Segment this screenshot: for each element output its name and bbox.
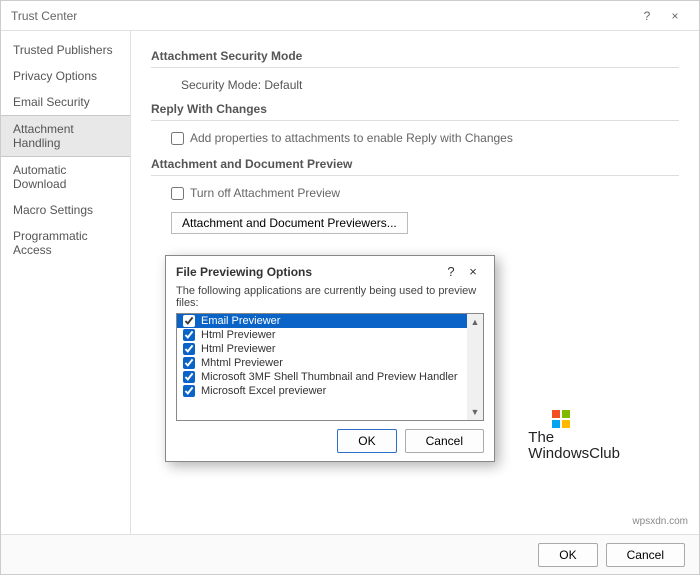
sidebar-item-macro-settings[interactable]: Macro Settings [1, 197, 130, 223]
previewers-button[interactable]: Attachment and Document Previewers... [171, 212, 408, 234]
section-heading-preview: Attachment and Document Preview [151, 157, 679, 171]
section-heading-reply: Reply With Changes [151, 102, 679, 116]
divider [151, 175, 679, 176]
reply-with-changes-checkbox[interactable] [171, 132, 184, 145]
watermark-brand: TheWindowsClub [528, 430, 620, 462]
list-item-checkbox[interactable] [183, 357, 195, 369]
window-title: Trust Center [11, 9, 633, 23]
turn-off-preview-label: Turn off Attachment Preview [190, 186, 340, 200]
sidebar: Trusted Publishers Privacy Options Email… [1, 31, 131, 534]
scroll-down-icon[interactable]: ▼ [467, 404, 483, 420]
ok-button[interactable]: OK [538, 543, 597, 567]
list-item[interactable]: Microsoft 3MF Shell Thumbnail and Previe… [177, 370, 483, 384]
watermark-site: wpsxdn.com [632, 516, 688, 527]
list-item-checkbox[interactable] [183, 343, 195, 355]
window-footer: OK Cancel [1, 534, 699, 574]
sidebar-item-trusted-publishers[interactable]: Trusted Publishers [1, 37, 130, 63]
scroll-track[interactable] [467, 330, 483, 404]
help-icon[interactable]: ? [633, 9, 661, 23]
close-icon[interactable]: × [661, 9, 689, 23]
cancel-button[interactable]: Cancel [606, 543, 685, 567]
list-item-label: Microsoft Excel previewer [201, 385, 326, 397]
scroll-up-icon[interactable]: ▲ [467, 314, 483, 330]
reply-with-changes-row: Add properties to attachments to enable … [171, 131, 679, 145]
sidebar-item-email-security[interactable]: Email Security [1, 89, 130, 115]
list-item[interactable]: Email Previewer [177, 314, 483, 328]
listbox-scrollbar[interactable]: ▲ ▼ [467, 314, 483, 420]
list-item-checkbox[interactable] [183, 385, 195, 397]
divider [151, 67, 679, 68]
list-item-label: Microsoft 3MF Shell Thumbnail and Previe… [201, 371, 458, 383]
list-item-label: Html Previewer [201, 343, 276, 355]
divider [151, 120, 679, 121]
titlebar: Trust Center ? × [1, 1, 699, 31]
dialog-ok-button[interactable]: OK [337, 429, 396, 453]
list-item[interactable]: Html Previewer [177, 342, 483, 356]
list-item[interactable]: Mhtml Previewer [177, 356, 483, 370]
dialog-title: File Previewing Options [176, 265, 440, 279]
section-heading-security-mode: Attachment Security Mode [151, 49, 679, 63]
turn-off-preview-checkbox[interactable] [171, 187, 184, 200]
list-item-checkbox[interactable] [183, 315, 195, 327]
dialog-footer: OK Cancel [166, 421, 494, 461]
sidebar-item-attachment-handling[interactable]: Attachment Handling [1, 115, 130, 157]
list-item-label: Mhtml Previewer [201, 357, 283, 369]
security-mode-value: Security Mode: Default [181, 78, 679, 92]
list-item-label: Email Previewer [201, 315, 280, 327]
windows-logo-icon [552, 410, 570, 428]
sidebar-item-automatic-download[interactable]: Automatic Download [1, 157, 130, 197]
sidebar-item-programmatic-access[interactable]: Programmatic Access [1, 223, 130, 263]
list-item[interactable]: Microsoft Excel previewer [177, 384, 483, 398]
dialog-help-icon[interactable]: ? [440, 264, 462, 279]
previewer-listbox[interactable]: Email Previewer Html Previewer Html Prev… [176, 313, 484, 421]
turn-off-preview-row: Turn off Attachment Preview [171, 186, 679, 200]
dialog-titlebar: File Previewing Options ? × [166, 256, 494, 285]
list-item-label: Html Previewer [201, 329, 276, 341]
dialog-close-icon[interactable]: × [462, 264, 484, 279]
list-item-checkbox[interactable] [183, 329, 195, 341]
dialog-cancel-button[interactable]: Cancel [405, 429, 484, 453]
reply-with-changes-label: Add properties to attachments to enable … [190, 131, 513, 145]
list-item-checkbox[interactable] [183, 371, 195, 383]
dialog-description: The following applications are currently… [166, 285, 494, 313]
sidebar-item-privacy-options[interactable]: Privacy Options [1, 63, 130, 89]
file-previewing-dialog: File Previewing Options ? × The followin… [165, 255, 495, 462]
list-item[interactable]: Html Previewer [177, 328, 483, 342]
